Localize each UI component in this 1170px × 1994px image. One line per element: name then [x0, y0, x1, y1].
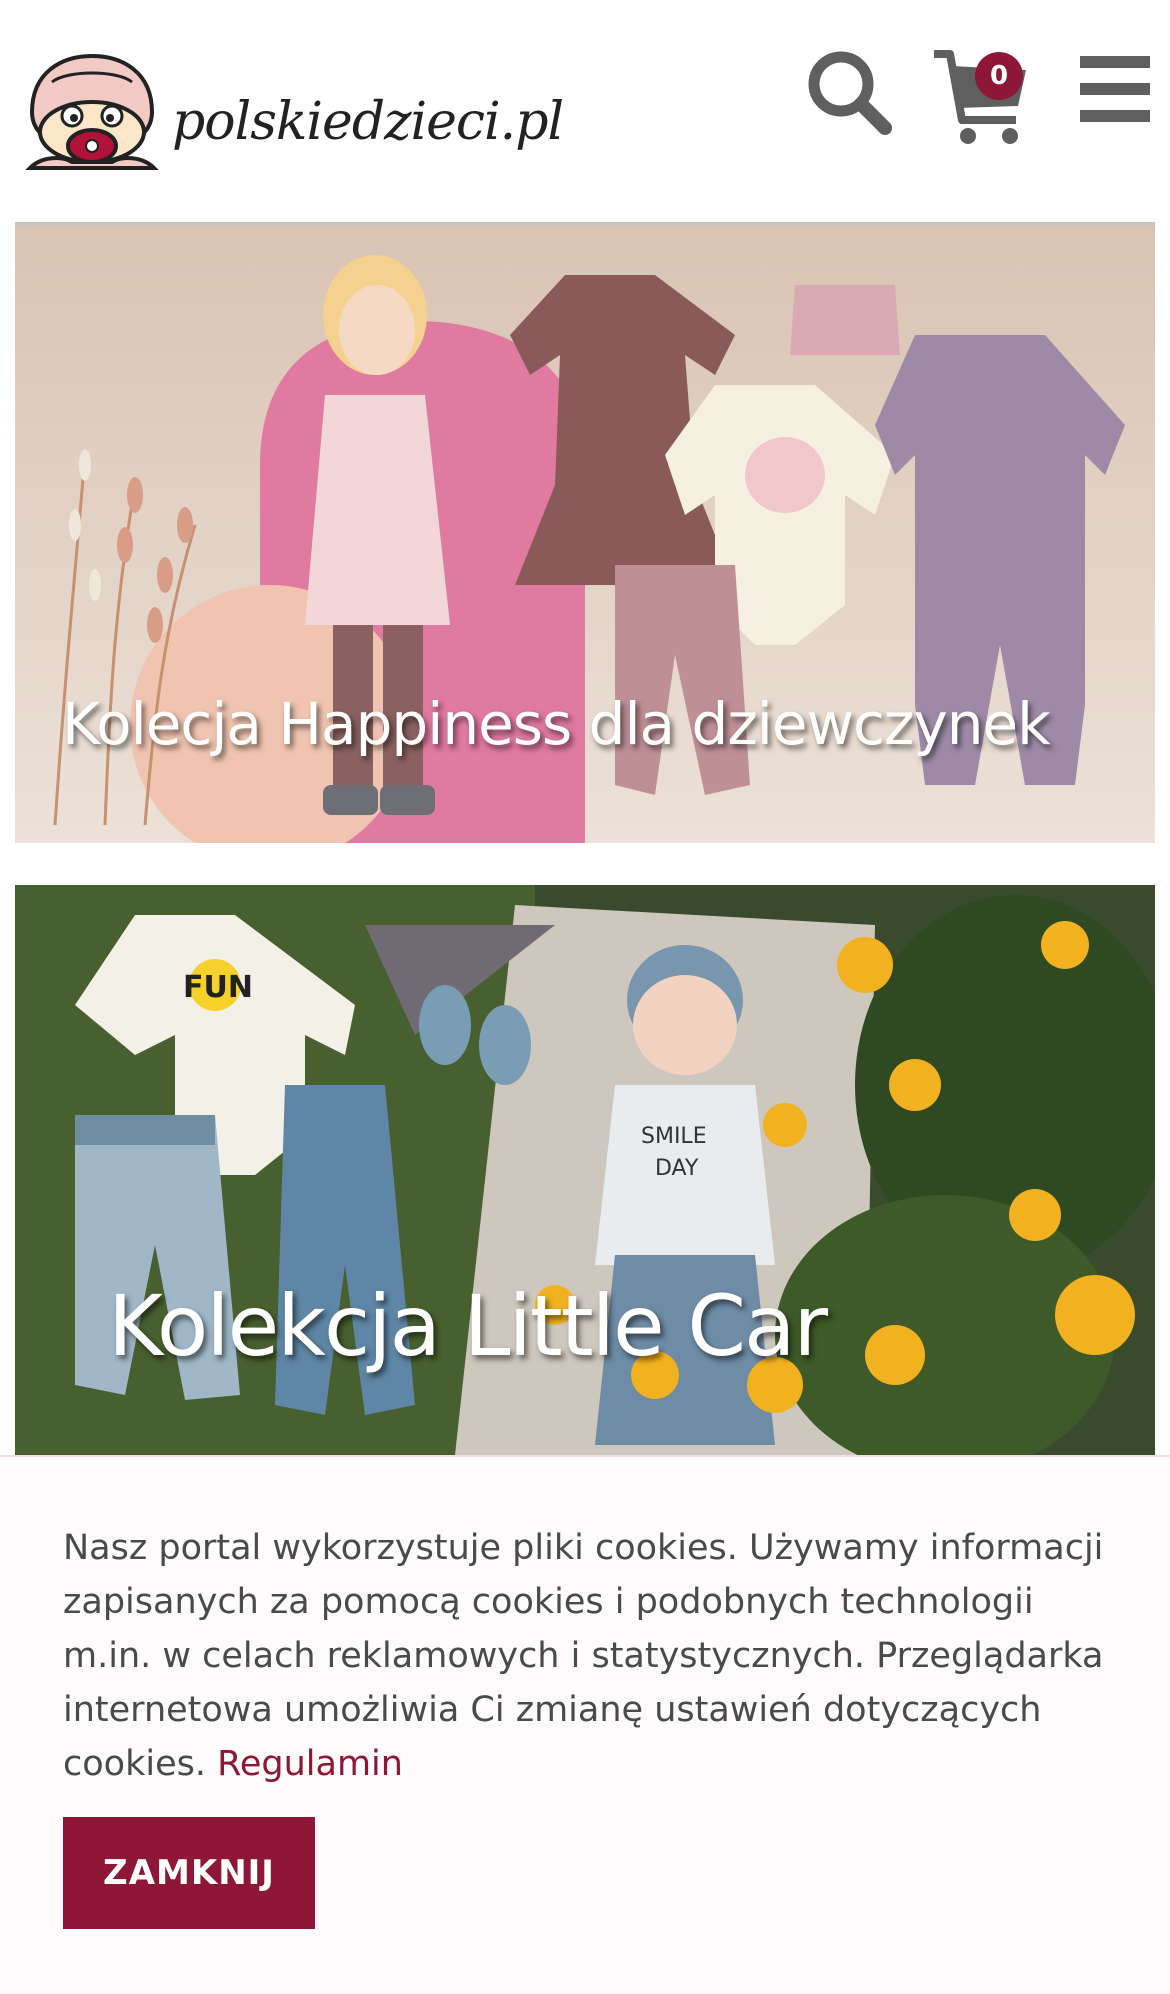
cart-count-badge: 0: [975, 52, 1023, 100]
search-icon: [808, 51, 892, 135]
svg-text:FUN: FUN: [183, 970, 253, 1005]
cookie-message: Nasz portal wykorzystuje pliki cookies. …: [63, 1521, 1113, 1791]
site-logo[interactable]: polskiedzieci.pl: [22, 52, 564, 170]
site-header: polskiedzieci.pl 0: [0, 0, 1170, 220]
banner-caption: Kolecja Happiness dla dziewczynek: [62, 690, 1051, 758]
menu-button[interactable]: [1080, 56, 1150, 122]
cookie-notice: Nasz portal wykorzystuje pliki cookies. …: [0, 1455, 1170, 1994]
logo-mascot-icon: [25, 53, 159, 170]
banner-caption: Kolekcja Little Car: [108, 1277, 828, 1375]
close-cookie-button[interactable]: ZAMKNIJ: [63, 1817, 315, 1929]
banner-little-car-collection[interactable]: FUN SMILE DAY Kolekcja Little Car: [15, 885, 1155, 1455]
logo-text: polskiedzieci.pl: [172, 92, 564, 152]
regulamin-link[interactable]: Regulamin: [217, 1744, 403, 1784]
banner-happiness-collection[interactable]: Kolecja Happiness dla dziewczynek: [15, 222, 1155, 843]
svg-text:DAY: DAY: [655, 1156, 699, 1181]
svg-text:SMILE: SMILE: [641, 1124, 707, 1149]
hamburger-menu-icon: [1080, 56, 1150, 122]
search-button[interactable]: [805, 48, 895, 138]
